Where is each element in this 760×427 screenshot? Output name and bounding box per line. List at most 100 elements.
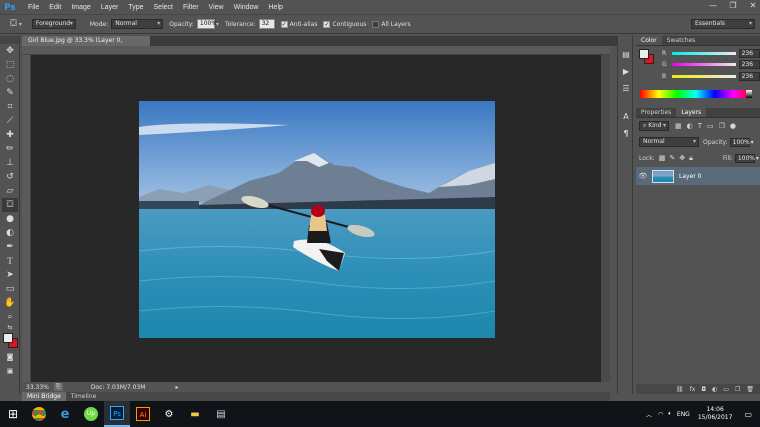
type-filter-icon[interactable]: T <box>698 122 702 130</box>
menu-window[interactable]: Window <box>234 4 259 11</box>
vertical-scrollbar[interactable] <box>601 55 610 382</box>
contiguous-checkbox[interactable]: ✓ Contiguous <box>323 20 366 28</box>
pixel-filter-icon[interactable]: ▦ <box>675 122 682 130</box>
link-layers-icon[interactable]: ⛓︎ <box>676 386 684 393</box>
actions-panel-icon[interactable]: ▶ <box>619 65 633 79</box>
chevron-down-icon[interactable]: ▾ <box>216 21 219 28</box>
menu-image[interactable]: Image <box>71 4 90 11</box>
tab-swatches[interactable]: Swatches <box>662 36 701 45</box>
language-indicator[interactable]: ENG <box>677 411 690 418</box>
blur-tool-icon[interactable]: ● <box>2 212 18 226</box>
swap-colors-icon[interactable]: ⇆ <box>2 324 18 332</box>
fill-source-dropdown[interactable]: Foreground <box>31 19 76 29</box>
minimize-button[interactable]: — <box>708 1 718 11</box>
blue-value-input[interactable]: 236 <box>738 71 760 81</box>
tab-layers[interactable]: Layers <box>676 108 707 117</box>
paint-bucket-tool-icon[interactable]: ⛋ <box>2 198 18 212</box>
clock[interactable]: 14:06 15/06/2017 <box>698 406 733 422</box>
filter-toggle-icon[interactable]: ● <box>730 122 736 130</box>
menu-filter[interactable]: Filter <box>183 4 199 11</box>
windows-start-icon[interactable]: ⊞ <box>0 401 26 427</box>
document-image[interactable] <box>139 101 495 338</box>
red-value-input[interactable]: 236 <box>738 48 760 58</box>
status-menu-arrow[interactable]: ▸ <box>175 384 178 391</box>
opacity-input[interactable]: 100% <box>196 19 217 29</box>
illustrator-taskbar-icon[interactable]: Ai <box>130 401 156 427</box>
dodge-tool-icon[interactable]: ◐ <box>2 226 18 240</box>
lasso-tool-icon[interactable]: ◌ <box>2 72 18 86</box>
tab-color[interactable]: Color <box>636 36 662 45</box>
path-selection-tool-icon[interactable]: ➤ <box>2 268 18 282</box>
paragraph-panel-icon[interactable]: ¶ <box>619 127 633 141</box>
type-tool-icon[interactable]: T <box>2 254 18 268</box>
lock-all-icon[interactable]: 🔒︎ <box>689 154 693 163</box>
layer-kind-dropdown[interactable]: ⌕ Kind <box>639 121 669 131</box>
hand-tool-icon[interactable]: ✋ <box>2 296 18 310</box>
crop-tool-icon[interactable]: ⌗ <box>2 100 18 114</box>
edge-icon[interactable]: e <box>52 401 78 427</box>
tab-timeline[interactable]: Timeline <box>66 392 102 401</box>
eyedropper-tool-icon[interactable]: ⟋ <box>2 114 18 128</box>
export-icon[interactable]: ⎘ <box>54 383 63 391</box>
eye-icon[interactable]: 👁︎ <box>636 172 650 180</box>
paint-bucket-tool-preset[interactable]: ⛋ ▾ <box>10 19 22 29</box>
menu-type[interactable]: Type <box>128 4 143 11</box>
menu-edit[interactable]: Edit <box>49 4 61 11</box>
menu-view[interactable]: View <box>209 4 224 11</box>
photoshop-taskbar-icon[interactable]: Ps <box>104 401 130 427</box>
notifications-icon[interactable]: ▭ <box>744 410 752 419</box>
clone-stamp-tool-icon[interactable]: ⊥ <box>2 156 18 170</box>
shape-filter-icon[interactable]: ▭ <box>707 122 714 130</box>
adjustment-layer-icon[interactable]: ◐ <box>712 386 717 393</box>
close-button[interactable]: ✕ <box>748 1 758 11</box>
quick-select-tool-icon[interactable]: ✎ <box>2 86 18 100</box>
lock-position-icon[interactable]: ✥ <box>679 154 685 162</box>
menu-help[interactable]: Help <box>269 4 283 11</box>
network-icon[interactable]: ◠ <box>658 411 663 418</box>
chevron-down-icon[interactable]: ▾ <box>756 155 759 162</box>
pen-tool-icon[interactable]: ✒ <box>2 240 18 254</box>
new-group-icon[interactable]: ▭ <box>723 386 729 393</box>
restore-button[interactable]: ❐ <box>728 1 738 11</box>
tab-mini-bridge[interactable]: Mini Bridge <box>22 392 66 401</box>
red-slider[interactable] <box>671 51 736 55</box>
menu-file[interactable]: File <box>28 4 39 11</box>
character-panel-icon[interactable]: A <box>619 110 633 124</box>
all-layers-checkbox[interactable]: ✓ All Layers <box>372 20 411 28</box>
brushes-panel-icon[interactable]: ☰ <box>619 82 633 96</box>
file-explorer-icon[interactable]: ▬ <box>182 401 208 427</box>
volume-icon[interactable]: 🔈︎ <box>668 410 672 418</box>
fill-input[interactable]: 100% <box>734 153 755 163</box>
screen-mode-icon[interactable]: ▣ <box>2 364 18 378</box>
workspace-dropdown[interactable]: Essentials <box>691 19 755 29</box>
steam-icon[interactable]: ⚙ <box>156 401 182 427</box>
fx-icon[interactable]: fx <box>690 386 696 393</box>
blend-mode-dropdown[interactable]: Normal <box>639 137 699 147</box>
brush-tool-icon[interactable]: ✏ <box>2 142 18 156</box>
upwork-icon[interactable]: Up <box>78 401 104 427</box>
quick-mask-icon[interactable]: ◙ <box>2 350 18 364</box>
green-slider[interactable] <box>671 62 736 66</box>
new-layer-icon[interactable]: ❐ <box>735 386 740 393</box>
marquee-tool-icon[interactable]: ⬚ <box>2 58 18 72</box>
zoom-level[interactable]: 33.33% <box>26 384 50 391</box>
lock-transparent-icon[interactable]: ▩ <box>659 154 666 162</box>
menu-select[interactable]: Select <box>154 4 173 11</box>
antialias-checkbox[interactable]: ✓ Anti-alias <box>280 20 317 28</box>
color-spectrum[interactable] <box>640 90 752 98</box>
chrome-icon[interactable] <box>26 401 52 427</box>
lock-image-icon[interactable]: ✎ <box>669 154 675 162</box>
zoom-tool-icon[interactable]: ⌕ <box>2 310 18 324</box>
history-panel-icon[interactable]: ▤ <box>619 48 633 62</box>
green-value-input[interactable]: 236 <box>738 59 760 69</box>
chevron-up-icon[interactable]: ︿ <box>646 410 652 419</box>
smart-object-filter-icon[interactable]: ❐ <box>719 122 725 130</box>
layer-name[interactable]: Layer 0 <box>679 173 701 180</box>
menu-layer[interactable]: Layer <box>101 4 119 11</box>
history-brush-tool-icon[interactable]: ↺ <box>2 170 18 184</box>
mode-dropdown[interactable]: Normal <box>111 19 164 29</box>
trash-icon[interactable]: 🗑︎ <box>746 386 754 393</box>
panel-foreground-swatch[interactable] <box>639 49 649 59</box>
tab-properties[interactable]: Properties <box>636 108 676 117</box>
tolerance-input[interactable]: 32 <box>258 19 275 29</box>
